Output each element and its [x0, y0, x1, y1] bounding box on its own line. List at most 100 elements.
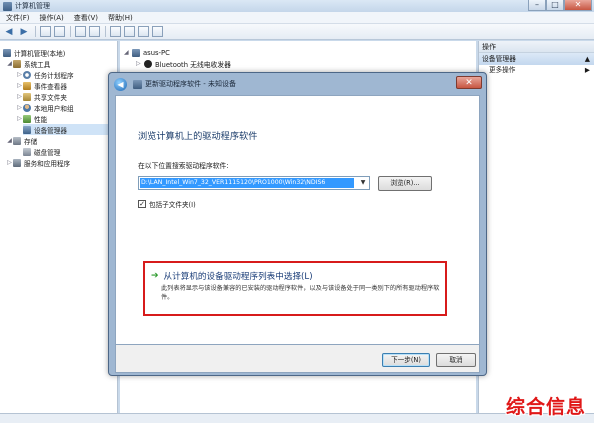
tree-item-device-manager[interactable]: 设备管理器 — [23, 124, 113, 135]
driver-path-combobox[interactable]: D:\LAN_Intel_Win7_32_VER1115120\PRO1000\… — [138, 176, 370, 190]
expand-arrow-icon[interactable]: ▷ — [16, 115, 23, 122]
disk-icon — [23, 147, 31, 156]
properties-icon[interactable] — [89, 26, 100, 37]
tree-item-root[interactable]: 计算机管理(本地) — [3, 47, 65, 58]
tree-item-label: 计算机管理(本地) — [14, 49, 66, 58]
minimize-button[interactable]: – — [528, 0, 546, 11]
device-manager-icon — [23, 125, 31, 134]
storage-icon — [13, 136, 21, 145]
next-button[interactable]: 下一步(N) — [382, 353, 430, 367]
window-title: 计算机管理 — [15, 2, 50, 10]
status-bar — [0, 413, 594, 423]
driver-path-value[interactable]: D:\LAN_Intel_Win7_32_VER1115120\PRO1000\… — [140, 178, 354, 188]
computer-icon — [3, 48, 11, 57]
app-icon — [3, 1, 12, 11]
tree-item-local-users[interactable]: ▷ 本地用户和组 — [16, 102, 74, 113]
toolbar-separator — [35, 26, 36, 37]
menu-view[interactable]: 查看(V) — [74, 13, 98, 23]
more-actions-label: 更多操作 — [489, 66, 516, 74]
highlight-box: ➔ 从计算机的设备驱动程序列表中选择(L) 此列表将显示与该设备兼容的已安装的驱… — [143, 261, 447, 316]
green-arrow-icon: ➔ — [151, 271, 159, 281]
collapse-arrow-icon[interactable]: ◢ — [6, 137, 13, 144]
update-driver-icon[interactable] — [124, 26, 135, 37]
tree-item-shared-folders[interactable]: ▷ 共享文件夹 — [16, 91, 67, 102]
dropdown-arrow-icon[interactable]: ▼ — [358, 178, 368, 188]
tree-item-label: 事件查看器 — [34, 82, 67, 91]
dialog-close-button[interactable]: ✕ — [456, 76, 482, 89]
dialog-heading: 浏览计算机上的驱动程序软件 — [138, 131, 258, 142]
uninstall-device-icon[interactable] — [152, 26, 163, 37]
tree-item-system-tools[interactable]: ◢ 系统工具 — [6, 58, 50, 69]
actions-section[interactable]: 设备管理器 ▲ — [479, 53, 594, 65]
tree-item-disk-management[interactable]: 磁盘管理 — [23, 146, 60, 157]
toolbar-separator — [70, 26, 71, 37]
menu-help[interactable]: 帮助(H) — [108, 13, 133, 23]
tree-item-services-apps[interactable]: ▷ 服务和应用程序 — [6, 157, 70, 168]
navigation-tree: 计算机管理(本地) ◢ 系统工具 ▷ 任务计划程序 ▷ 事件查看器 ▷ 共享文件… — [0, 41, 118, 413]
tree-item-label: 性能 — [34, 115, 48, 124]
actions-header: 操作 — [479, 41, 594, 53]
help-icon[interactable] — [75, 26, 86, 37]
tree-item-label: 服务和应用程序 — [24, 159, 71, 168]
search-location-label: 在以下位置搜索驱动程序软件: — [138, 162, 229, 170]
update-driver-dialog: ◀ 更新驱动程序软件 - 未知设备 ✕ 浏览计算机上的驱动程序软件 在以下位置搜… — [108, 72, 487, 376]
disable-device-icon[interactable] — [138, 26, 149, 37]
toolbar-separator — [105, 26, 106, 37]
back-arrow-icon[interactable]: ◀ — [3, 26, 15, 38]
expand-arrow-icon[interactable]: ▷ — [136, 60, 144, 67]
collapse-arrow-icon[interactable]: ◢ — [6, 60, 13, 67]
pick-from-list-label[interactable]: 从计算机的设备驱动程序列表中选择(L) — [164, 270, 313, 282]
users-icon — [23, 103, 31, 112]
tree-item-storage[interactable]: ◢ 存储 — [6, 135, 37, 146]
expand-arrow-icon[interactable]: ▷ — [6, 159, 13, 166]
maximize-button[interactable]: □ — [546, 0, 564, 11]
tree-item-event-viewer[interactable]: ▷ 事件查看器 — [16, 80, 67, 91]
device-label: Bluetooth 无线电收发器 — [155, 60, 231, 69]
menu-file[interactable]: 文件(F) — [6, 13, 30, 23]
pick-from-list-option[interactable]: ➔ 从计算机的设备驱动程序列表中选择(L) — [151, 270, 313, 282]
close-button[interactable]: ✕ — [564, 0, 592, 11]
tree-item-label: 本地用户和组 — [34, 104, 74, 113]
device-computer[interactable]: ◢ asus-PC — [124, 47, 170, 58]
toolbar: ◀ ▶ — [0, 24, 594, 40]
browse-button[interactable]: 浏览(R)... — [378, 176, 432, 191]
collapse-up-icon[interactable]: ▲ — [585, 53, 590, 65]
more-actions[interactable]: 更多操作 ▶ — [479, 65, 594, 76]
forward-arrow-icon[interactable]: ▶ — [18, 26, 30, 38]
title-bar: 计算机管理 – □ ✕ — [0, 0, 594, 12]
pick-from-list-description: 此列表将显示与该设备兼容的已安装的驱动程序软件，以及与该设备处于同一类别下的所有… — [161, 285, 440, 301]
expand-arrow-icon[interactable]: ▷ — [16, 104, 23, 111]
up-folder-icon[interactable] — [40, 26, 51, 37]
tree-item-label: 设备管理器 — [34, 126, 67, 135]
tree-item-label: 存储 — [24, 137, 38, 146]
services-icon — [13, 158, 21, 167]
menu-action[interactable]: 操作(A) — [40, 13, 64, 23]
tree-item-label: 系统工具 — [24, 60, 51, 69]
toolbox-icon — [13, 59, 21, 68]
event-viewer-icon — [23, 81, 31, 90]
dialog-title: 更新驱动程序软件 - 未知设备 — [145, 80, 236, 88]
tree-item-task-scheduler[interactable]: ▷ 任务计划程序 — [16, 69, 74, 80]
tree-item-label: 任务计划程序 — [34, 71, 74, 80]
tree-item-performance[interactable]: ▷ 性能 — [16, 113, 47, 124]
shared-folder-icon — [23, 92, 31, 101]
tree-item-label: 共享文件夹 — [34, 93, 67, 102]
show-hide-tree-icon[interactable] — [54, 26, 65, 37]
expand-arrow-icon[interactable]: ▷ — [16, 93, 23, 100]
watermark-logo: 综合信息 — [505, 396, 586, 418]
dialog-footer: 下一步(N) 取消 — [115, 345, 480, 373]
computer-icon — [132, 48, 140, 57]
include-subfolders-row[interactable]: ✓ 包括子文件夹(I) — [138, 199, 196, 209]
scan-hardware-icon[interactable] — [110, 26, 121, 37]
expand-arrow-icon[interactable]: ▷ — [16, 82, 23, 89]
dialog-body: 浏览计算机上的驱动程序软件 在以下位置搜索驱动程序软件: D:\LAN_Inte… — [115, 95, 480, 345]
device-bluetooth[interactable]: ▷ Bluetooth 无线电收发器 — [136, 58, 231, 69]
device-label: asus-PC — [143, 48, 170, 57]
submenu-arrow-icon: ▶ — [584, 66, 590, 74]
bluetooth-icon — [144, 59, 152, 68]
include-subfolders-checkbox[interactable]: ✓ — [138, 200, 146, 208]
collapse-arrow-icon[interactable]: ◢ — [124, 49, 132, 56]
cancel-button[interactable]: 取消 — [436, 353, 476, 367]
back-button[interactable]: ◀ — [114, 77, 127, 91]
expand-arrow-icon[interactable]: ▷ — [16, 71, 23, 78]
